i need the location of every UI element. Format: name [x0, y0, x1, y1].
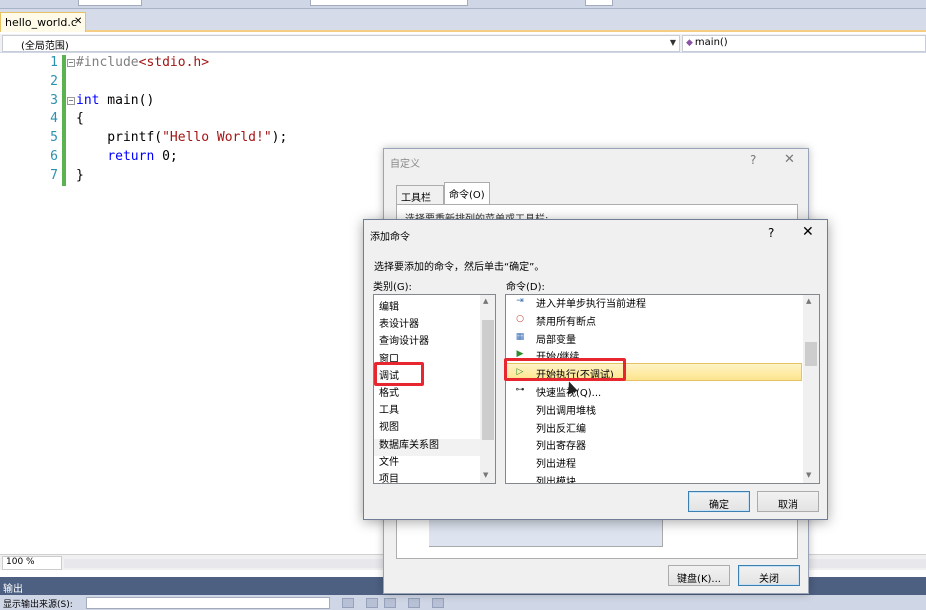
output-source-dropdown[interactable]	[86, 597, 330, 609]
command-item[interactable]: 禁用所有断点	[536, 313, 596, 328]
ok-button[interactable]: 确定	[688, 491, 750, 512]
fold-toggle-icon[interactable]: −	[67, 59, 75, 67]
close-icon[interactable]: ✕	[74, 16, 82, 27]
output-toolbar-icon[interactable]	[366, 598, 378, 608]
line-number: 5	[50, 130, 58, 146]
output-toolbar-icon[interactable]	[408, 598, 420, 608]
disable-breakpoints-icon: ○	[516, 313, 524, 324]
category-item[interactable]: 工具	[379, 401, 399, 416]
toolbar-button[interactable]	[585, 0, 613, 6]
solution-config-combo[interactable]	[78, 0, 142, 6]
close-icon[interactable]: ✕	[802, 224, 814, 240]
line-number: 3	[50, 92, 58, 108]
command-item[interactable]: 列出模块	[536, 473, 576, 483]
dialog-instructions: 选择要添加的命令，然后单击“确定”。	[374, 262, 545, 273]
commands-list[interactable]: ⇥ 进入并单步执行当前进程 ○ 禁用所有断点 ▦ 局部变量 ▶ 开始/继续 ▷ 开始执行(不调试)…	[505, 294, 820, 484]
chevron-up-icon[interactable]: ▲	[483, 297, 488, 305]
function-icon: ◆	[686, 38, 693, 48]
code-token: );	[271, 130, 288, 146]
categories-list[interactable]: 编辑 表设计器 查询设计器 窗口 调试 格式 工具 视图 数据库关系图 文件 项目 ▲ ▼	[373, 294, 496, 484]
dialog-title: 自定义	[390, 159, 420, 170]
chevron-down-icon[interactable]: ▼	[670, 38, 676, 47]
chevron-down-icon[interactable]: ▼	[806, 471, 811, 479]
category-item[interactable]: 编辑	[379, 298, 399, 313]
tab-label: hello_world.c	[5, 16, 77, 29]
step-into-process-icon: ⇥	[516, 296, 524, 306]
code-line[interactable]: printf("Hello World!");	[76, 130, 287, 145]
code-token: printf(	[76, 130, 163, 146]
line-number: 6	[50, 149, 58, 164]
code-token: #include	[76, 55, 139, 70]
keyboard-button[interactable]: 键盘(K)...	[668, 565, 730, 586]
scope-dropdown[interactable]: (全局范围) ▼	[2, 35, 680, 52]
output-toolbar-icon[interactable]	[384, 598, 396, 608]
tab-toolbars[interactable]: 工具栏(S)	[396, 185, 444, 215]
close-icon[interactable]: ✕	[784, 152, 795, 167]
category-item[interactable]: 文件	[379, 453, 399, 468]
category-item[interactable]: 数据库关系图	[379, 436, 439, 451]
help-icon[interactable]: ?	[768, 226, 774, 240]
scroll-thumb[interactable]	[805, 342, 817, 366]
code-token: main()	[99, 92, 155, 108]
commands-label: 命令(D):	[506, 282, 545, 293]
line-number: 4	[50, 111, 58, 127]
code-line[interactable]: {	[76, 111, 84, 126]
code-line[interactable]: #include<stdio.h>	[76, 55, 209, 70]
document-tabstrip: hello_world.c ✕	[0, 9, 926, 32]
toolbar	[0, 0, 926, 9]
member-value: main()	[694, 37, 728, 48]
vertical-scrollbar[interactable]: ▲ ▼	[480, 295, 495, 483]
categories-label: 类别(G):	[373, 282, 412, 293]
code-line[interactable]: }	[76, 168, 84, 183]
line-number: 7	[50, 167, 58, 183]
dialog-title: 添加命令	[370, 232, 410, 243]
command-item[interactable]: 列出调用堆栈	[536, 402, 596, 417]
code-token: 0;	[154, 149, 178, 164]
code-line[interactable]: int main()	[76, 93, 154, 108]
command-item[interactable]: 局部变量	[536, 331, 576, 346]
scope-value: (全局范围)	[21, 41, 69, 52]
change-tracking-bar	[62, 55, 66, 186]
vertical-scrollbar[interactable]: ▲ ▼	[803, 295, 819, 483]
category-item[interactable]: 视图	[379, 418, 399, 433]
close-button[interactable]: 关闭	[738, 565, 800, 586]
navigation-bar: (全局范围) ▼ ◆ main()	[0, 34, 926, 53]
code-token: "Hello World!"	[162, 130, 272, 146]
line-number: 1	[50, 55, 58, 70]
code-token: }	[76, 167, 84, 183]
category-item[interactable]: 表设计器	[379, 315, 419, 330]
output-toolbar-icon[interactable]	[342, 598, 354, 608]
code-token: {	[76, 111, 84, 127]
locals-window-icon: ▦	[515, 331, 525, 342]
member-dropdown[interactable]: ◆ main()	[682, 35, 926, 52]
chevron-down-icon[interactable]: ▼	[483, 471, 488, 479]
help-icon[interactable]: ?	[750, 153, 756, 167]
command-item[interactable]: 列出反汇编	[536, 420, 586, 435]
code-line[interactable]: return 0;	[76, 149, 178, 164]
tab-commands[interactable]: 命令(O)	[444, 182, 490, 204]
quick-watch-icon: ⊶	[515, 385, 525, 395]
command-item[interactable]: 进入并单步执行当前进程	[536, 295, 646, 310]
cancel-button[interactable]: 取消	[757, 491, 819, 512]
zoom-level[interactable]: 100 %	[2, 556, 62, 570]
command-item[interactable]: 列出进程	[536, 455, 576, 470]
fold-toggle-icon[interactable]: −	[67, 96, 75, 105]
tab-hello-world[interactable]: hello_world.c ✕	[0, 12, 86, 32]
command-item[interactable]: 列出寄存器	[536, 437, 586, 452]
code-token: return	[107, 149, 155, 164]
line-number: 2	[50, 73, 58, 89]
scroll-thumb[interactable]	[482, 320, 494, 440]
highlight-box-category	[374, 362, 424, 386]
category-item[interactable]: 查询设计器	[379, 332, 429, 347]
code-token: <stdio.h>	[138, 55, 210, 70]
chevron-up-icon[interactable]: ▲	[806, 297, 811, 305]
code-token: int	[76, 92, 100, 108]
highlight-box-command	[504, 358, 626, 381]
find-combo[interactable]	[310, 0, 468, 6]
output-toolbar-icon[interactable]	[432, 598, 444, 608]
category-item[interactable]: 项目	[379, 470, 399, 483]
category-item[interactable]: 格式	[379, 384, 399, 399]
